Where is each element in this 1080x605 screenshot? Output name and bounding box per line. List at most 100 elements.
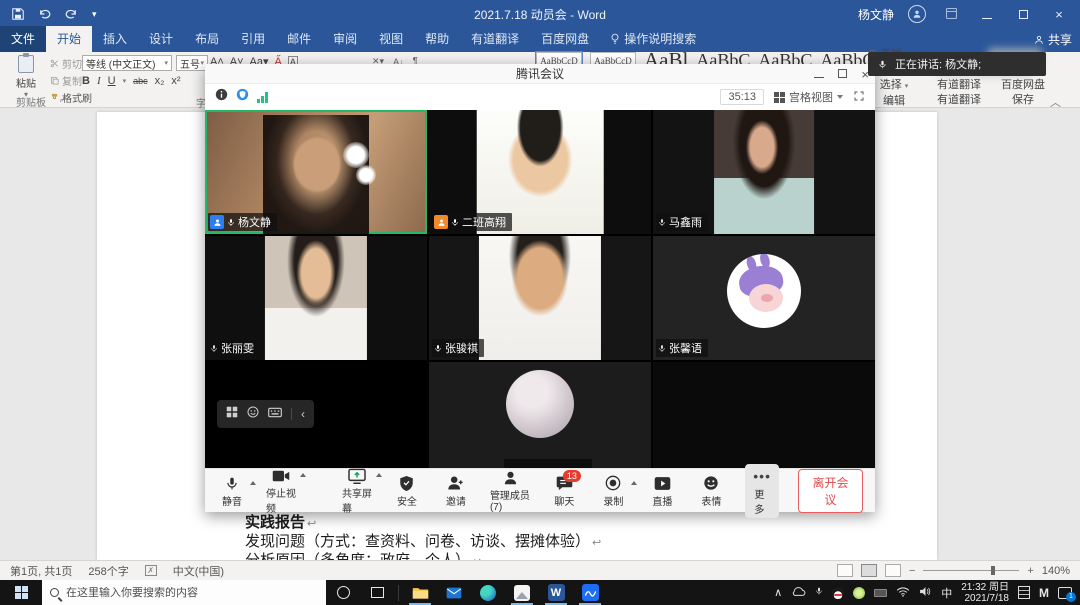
meeting-maximize-button[interactable]: [838, 67, 847, 81]
leave-meeting-button[interactable]: 离开会议: [798, 469, 863, 513]
video-tile-zhangliwen[interactable]: 张丽雯: [205, 236, 427, 360]
search-input[interactable]: [66, 587, 318, 599]
im-icon[interactable]: M: [1039, 586, 1049, 600]
meeting-shield-icon[interactable]: [236, 88, 249, 106]
maximize-button[interactable]: [1012, 7, 1034, 22]
notes-icon[interactable]: [1018, 586, 1030, 599]
grid-view-selector[interactable]: 宫格视图: [774, 89, 843, 105]
format-painter-button[interactable]: 格式刷: [50, 90, 92, 105]
save-icon[interactable]: [12, 8, 24, 20]
keyboard-icon[interactable]: [268, 405, 282, 423]
emoji-overlay-icon[interactable]: [247, 405, 259, 423]
clipboard-dialog-launcher[interactable]: ⌐: [60, 95, 66, 106]
stop-video-button[interactable]: 停止视频: [266, 466, 297, 515]
tab-design[interactable]: 设计: [138, 26, 184, 52]
video-tile-empty[interactable]: [653, 362, 875, 468]
meeting-info-icon[interactable]: [215, 88, 228, 106]
video-tile-camera-off[interactable]: ‹: [205, 362, 427, 468]
photos-button[interactable]: [505, 580, 539, 605]
youdao-translate-button[interactable]: 有道翻译: [930, 78, 988, 93]
word-taskbar-button[interactable]: W: [539, 580, 573, 605]
qq-icon[interactable]: [832, 587, 844, 599]
print-layout-icon[interactable]: [861, 564, 877, 577]
meeting-minimize-button[interactable]: [814, 67, 824, 81]
volume-icon[interactable]: [919, 586, 932, 600]
zoom-out-button[interactable]: −: [909, 565, 915, 577]
cortana-button[interactable]: [326, 580, 360, 605]
share-screen-button[interactable]: 共享屏幕: [342, 466, 373, 515]
meeting-title-bar[interactable]: 腾讯会议 ×: [205, 64, 875, 84]
language-indicator[interactable]: 中文(中国): [173, 563, 224, 579]
taskbar-clock[interactable]: 21:32 周日 2021/7/18: [961, 582, 1009, 604]
word-count[interactable]: 258个字: [88, 563, 128, 579]
zoom-level[interactable]: 140%: [1042, 565, 1070, 577]
invite-button[interactable]: 邀请: [441, 474, 471, 508]
manage-members-button[interactable]: 管理成员(7): [490, 468, 530, 513]
account-avatar[interactable]: [908, 5, 926, 23]
tray-mic-icon[interactable]: [815, 585, 823, 600]
chat-button[interactable]: 13 聊天: [549, 474, 579, 508]
share-button[interactable]: 共享: [1034, 31, 1072, 48]
underline-button[interactable]: U: [108, 75, 116, 87]
video-tile-zhangxinyu[interactable]: 张馨语: [653, 236, 875, 360]
page-indicator[interactable]: 第1页, 共1页: [10, 563, 72, 579]
more-button[interactable]: ••• 更多: [745, 464, 778, 518]
task-view-button[interactable]: [360, 580, 394, 605]
tab-view[interactable]: 视图: [368, 26, 414, 52]
strikethrough-button[interactable]: abc: [133, 76, 148, 86]
tab-references[interactable]: 引用: [230, 26, 276, 52]
qat-customize-icon[interactable]: ▾: [92, 9, 97, 20]
video-overlay-toolbar[interactable]: ‹: [217, 400, 314, 428]
edge-button[interactable]: [471, 580, 505, 605]
read-mode-icon[interactable]: [837, 564, 853, 577]
mute-button[interactable]: 静音: [217, 474, 247, 508]
video-tile-gaoxiang[interactable]: 二班高翔: [429, 110, 651, 234]
edit-button[interactable]: 编辑: [872, 94, 916, 109]
tab-review[interactable]: 审阅: [322, 26, 368, 52]
account-name[interactable]: 杨文静: [858, 6, 894, 23]
360-safe-icon[interactable]: [853, 587, 865, 599]
redo-icon[interactable]: [65, 8, 78, 20]
ribbon-display-options-icon[interactable]: [940, 7, 962, 22]
action-center-icon[interactable]: 1: [1058, 587, 1072, 599]
tab-help[interactable]: 帮助: [414, 26, 460, 52]
tab-youdao[interactable]: 有道翻译: [460, 26, 530, 52]
spellcheck-icon[interactable]: ✗: [145, 565, 157, 576]
minimize-button[interactable]: [976, 7, 998, 22]
tencent-meeting-taskbar-button[interactable]: [573, 580, 607, 605]
baidu-pan-button[interactable]: 百度网盘: [994, 78, 1052, 93]
tab-file[interactable]: 文件: [0, 26, 46, 52]
italic-button[interactable]: I: [97, 75, 101, 87]
bold-button[interactable]: B: [82, 75, 90, 87]
collapse-ribbon-icon[interactable]: ︿: [1050, 94, 1061, 110]
start-button[interactable]: [0, 580, 42, 605]
live-button[interactable]: 直播: [647, 474, 677, 508]
tray-expand-icon[interactable]: ∧: [774, 586, 782, 599]
undo-icon[interactable]: [38, 8, 51, 20]
video-tile-yangwenjing[interactable]: 杨文静: [205, 110, 427, 234]
font-name-combobox[interactable]: 等线 (中文正文)▾: [82, 55, 172, 71]
tab-baidu-pan[interactable]: 百度网盘: [530, 26, 600, 52]
ime-indicator[interactable]: 中: [941, 585, 952, 601]
device-icon[interactable]: [874, 589, 887, 597]
video-tile-avatar-only[interactable]: [429, 362, 651, 468]
baidu-save-button[interactable]: 保存: [994, 93, 1052, 108]
select-button[interactable]: 选择 ▾: [872, 78, 916, 94]
onedrive-icon[interactable]: [791, 586, 806, 599]
record-button[interactable]: 录制: [598, 474, 628, 508]
file-explorer-button[interactable]: [403, 580, 437, 605]
close-button[interactable]: ×: [1048, 7, 1070, 22]
tab-insert[interactable]: 插入: [92, 26, 138, 52]
tab-layout[interactable]: 布局: [184, 26, 230, 52]
tab-home[interactable]: 开始: [46, 26, 92, 52]
taskbar-search[interactable]: [42, 580, 326, 605]
emoji-button[interactable]: 表情: [696, 474, 726, 508]
collapse-overlay-icon[interactable]: ‹: [301, 407, 305, 421]
zoom-slider[interactable]: [923, 570, 1019, 571]
video-tile-zhangjunqi[interactable]: 张骏祺: [429, 236, 651, 360]
wifi-icon[interactable]: [896, 586, 910, 600]
fullscreen-icon[interactable]: [853, 90, 865, 105]
layout-grid-icon[interactable]: [226, 405, 238, 423]
paste-button[interactable]: 粘贴 ▾: [8, 55, 44, 99]
font-size-combobox[interactable]: 五号▾: [176, 55, 208, 71]
